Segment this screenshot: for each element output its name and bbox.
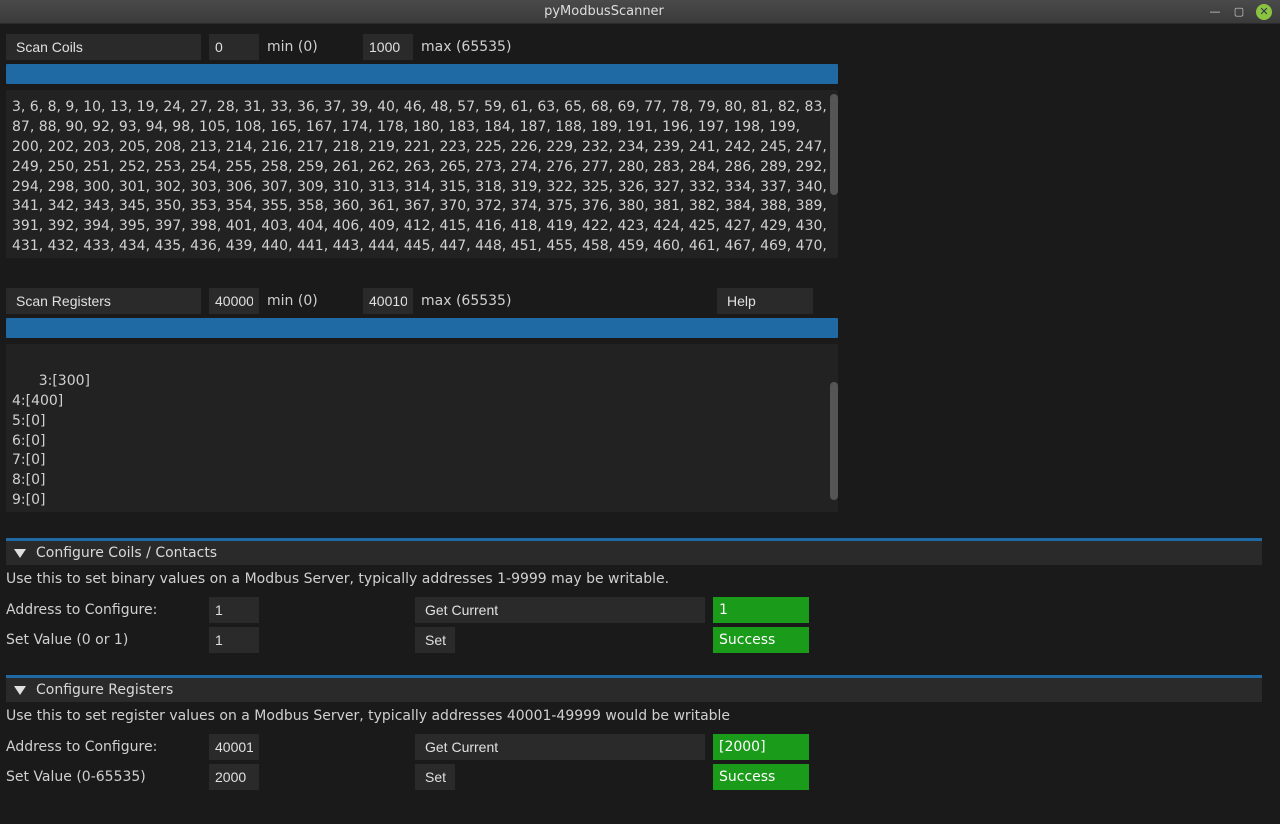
coils-scrollbar[interactable] <box>830 94 838 195</box>
configure-registers-section: Configure Registers Use this to set regi… <box>6 675 1262 790</box>
minimize-icon[interactable]: — <box>1208 5 1222 19</box>
coils-get-current-button[interactable]: Get Current <box>415 597 705 623</box>
coils-max-input[interactable] <box>363 34 413 60</box>
regs-setval-label: Set Value (0-65535) <box>6 764 201 790</box>
regs-addr-label: Address to Configure: <box>6 734 201 760</box>
coils-current-value: 1 <box>713 597 809 623</box>
title-bar: pyModbusScanner — ▢ ✕ <box>0 0 1280 24</box>
regs-setval-input[interactable] <box>209 764 259 790</box>
configure-coils-section: Configure Coils / Contacts Use this to s… <box>6 538 1262 653</box>
scan-coils-button[interactable]: Scan Coils <box>6 34 201 60</box>
regs-output: 3:[300] 4:[400] 5:[0] 6:[0] 7:[0] 8:[0] … <box>6 344 838 512</box>
configure-coils-header[interactable]: Configure Coils / Contacts <box>6 541 1262 565</box>
regs-scrollbar[interactable] <box>830 382 838 500</box>
configure-coils-desc: Use this to set binary values on a Modbu… <box>6 565 1262 593</box>
coils-output: 3, 6, 8, 9, 10, 13, 19, 24, 27, 28, 31, … <box>6 90 838 258</box>
collapse-icon <box>14 686 26 695</box>
regs-get-current-button[interactable]: Get Current <box>415 734 705 760</box>
regs-set-status: Success <box>713 764 809 790</box>
configure-registers-header[interactable]: Configure Registers <box>6 678 1262 702</box>
coils-progress <box>6 64 838 84</box>
coils-output-text: 3, 6, 8, 9, 10, 13, 19, 24, 27, 28, 31, … <box>12 99 827 258</box>
help-button[interactable]: Help <box>717 288 813 314</box>
collapse-icon <box>14 549 26 558</box>
coils-min-label: min (0) <box>267 34 355 60</box>
regs-min-input[interactable] <box>209 288 259 314</box>
configure-registers-desc: Use this to set register values on a Mod… <box>6 702 1262 730</box>
coils-set-status: Success <box>713 627 809 653</box>
coils-min-input[interactable] <box>209 34 259 60</box>
regs-output-text: 3:[300] 4:[400] 5:[0] 6:[0] 7:[0] 8:[0] … <box>12 373 90 508</box>
scan-coils-panel: Scan Coils min (0) max (65535) 3, 6, 8, … <box>6 34 846 258</box>
coils-max-label: max (65535) <box>421 34 511 60</box>
regs-set-button[interactable]: Set <box>415 764 455 790</box>
coils-setval-label: Set Value (0 or 1) <box>6 627 201 653</box>
configure-registers-title: Configure Registers <box>36 682 173 698</box>
coils-addr-label: Address to Configure: <box>6 597 201 623</box>
regs-min-label: min (0) <box>267 288 355 314</box>
regs-max-input[interactable] <box>363 288 413 314</box>
coils-addr-input[interactable] <box>209 597 259 623</box>
scan-registers-button[interactable]: Scan Registers <box>6 288 201 314</box>
regs-addr-input[interactable] <box>209 734 259 760</box>
client-area: Scan Coils min (0) max (65535) 3, 6, 8, … <box>0 24 1280 824</box>
window-controls: — ▢ ✕ <box>1208 4 1280 20</box>
configure-coils-title: Configure Coils / Contacts <box>36 545 217 561</box>
window-title: pyModbusScanner <box>0 4 1208 19</box>
regs-current-value: [2000] <box>713 734 809 760</box>
coils-set-button[interactable]: Set <box>415 627 455 653</box>
close-icon[interactable]: ✕ <box>1256 4 1272 20</box>
regs-progress <box>6 318 838 338</box>
regs-max-label: max (65535) <box>421 288 709 314</box>
coils-setval-input[interactable] <box>209 627 259 653</box>
maximize-icon[interactable]: ▢ <box>1232 5 1246 19</box>
scan-registers-panel: Scan Registers min (0) max (65535) Help … <box>6 288 846 512</box>
